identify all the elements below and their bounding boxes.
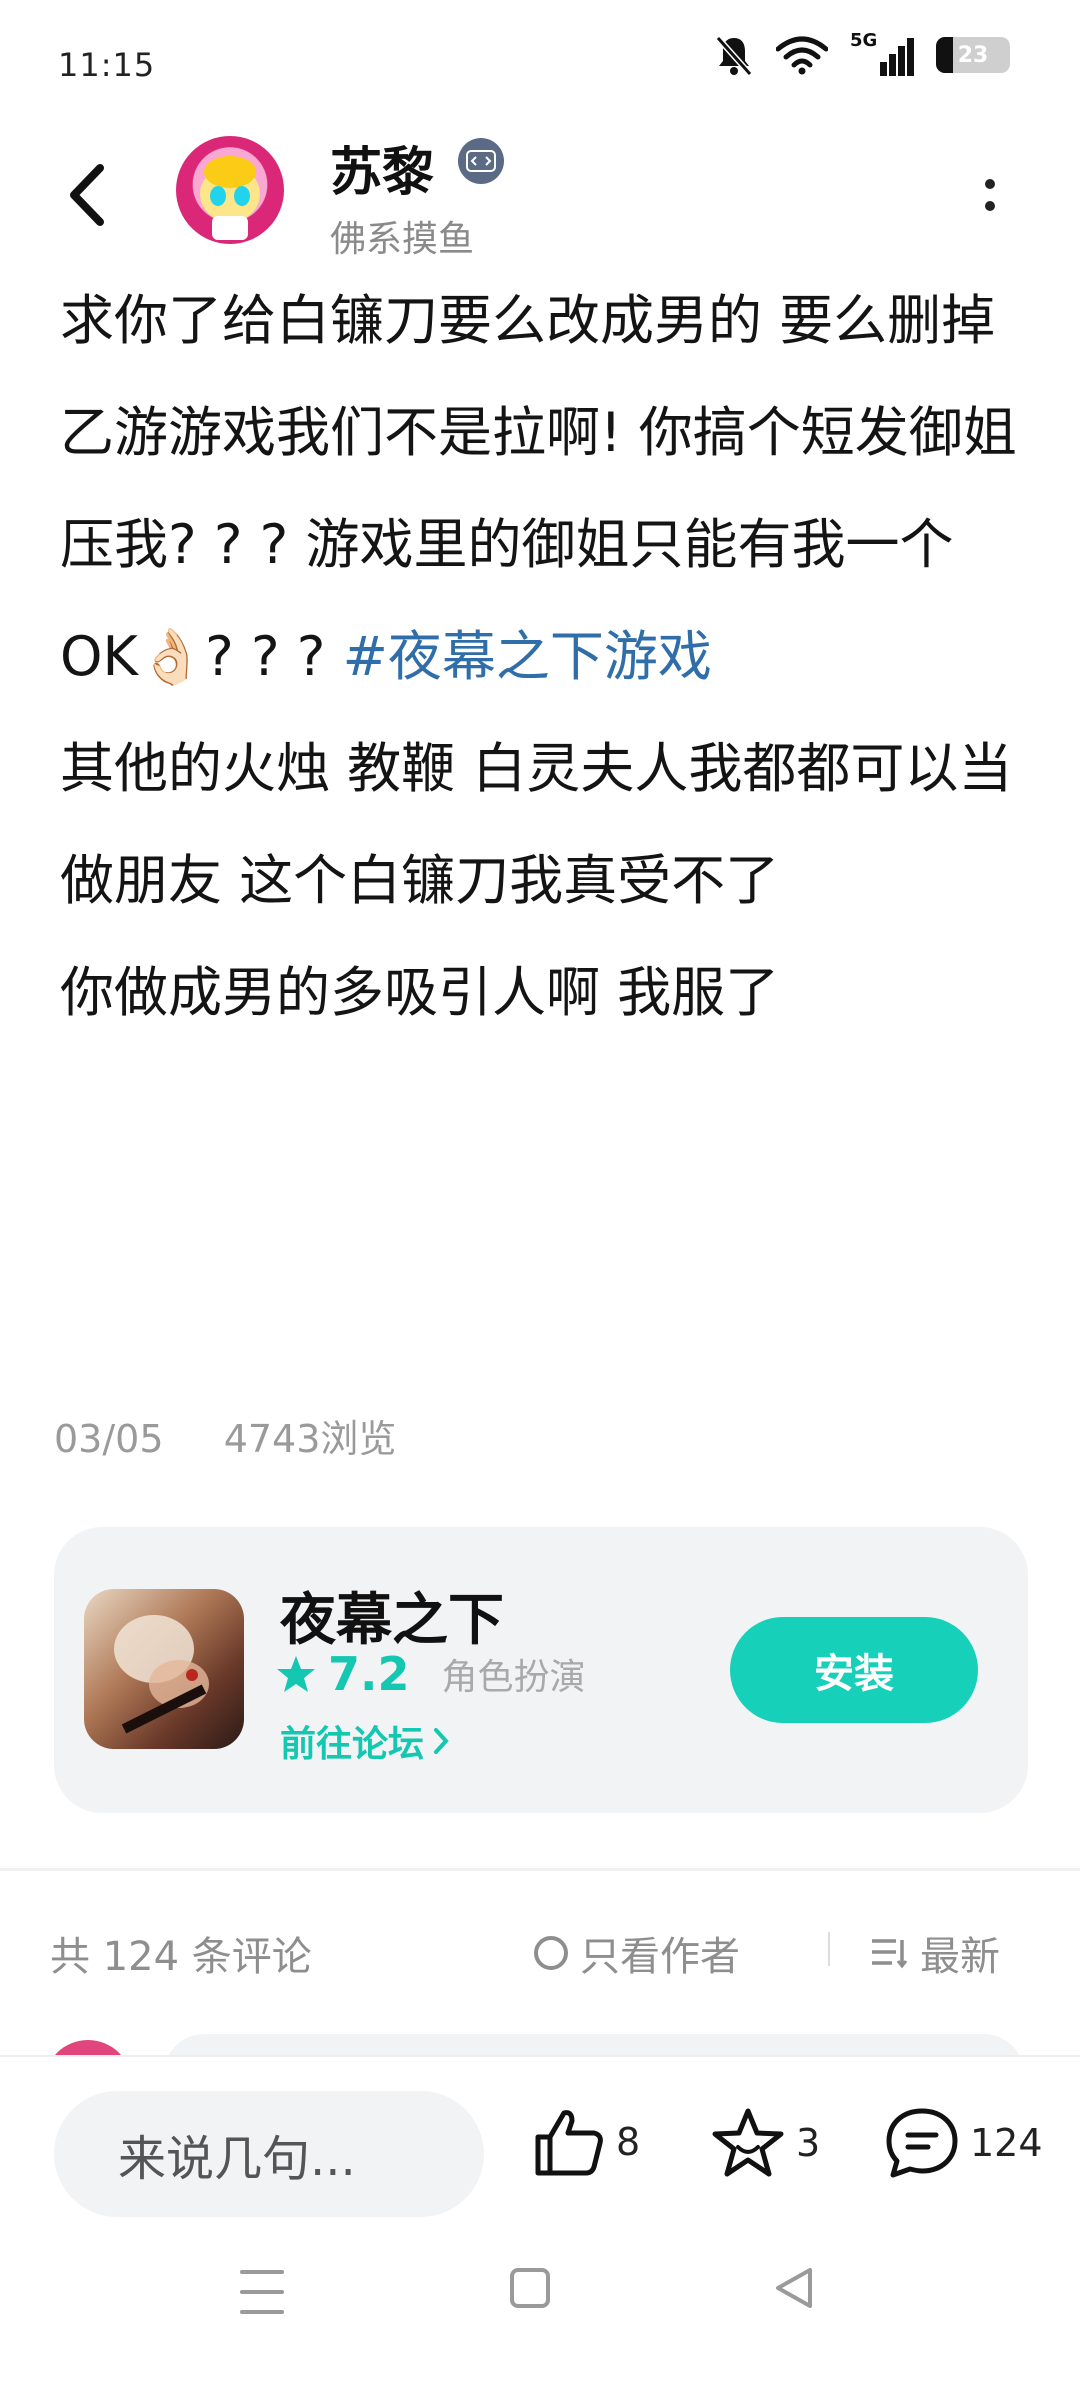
author-avatar[interactable] <box>176 136 284 244</box>
status-bar: 11:15 5G 23 <box>0 0 1080 130</box>
forum-link-label: 前往论坛 <box>280 1724 425 1765</box>
install-button[interactable]: 安装 <box>730 1617 978 1723</box>
status-time: 11:15 <box>58 46 156 84</box>
game-art <box>114 1615 209 1734</box>
wifi-icon <box>776 36 828 75</box>
post-body: 求你了给白镰刀要么改成男的 要么删掉 乙游游戏我们不是拉啊! 你搞个短发御姐压我… <box>60 265 1030 1049</box>
thumbs-up-icon <box>535 2110 603 2176</box>
more-button[interactable] <box>970 160 1010 230</box>
comment-count: 124 <box>970 2121 1043 2165</box>
author-only-label: 只看作者 <box>580 1934 740 1980</box>
author-name[interactable]: 苏黎 <box>330 130 434 205</box>
author-bio: 佛系摸鱼 <box>330 219 475 260</box>
like-button[interactable]: 8 <box>532 2107 640 2177</box>
comments-count: 共 124 条评论 <box>50 1934 312 1980</box>
post-paragraph: 乙游游戏我们不是拉啊! 你搞个短发御姐压我? ? ? 游戏里的御姐只能有我一个O… <box>60 377 1030 713</box>
section-divider <box>0 1868 1080 1871</box>
mute-bell-icon <box>715 36 753 76</box>
code-icon <box>466 150 496 172</box>
post-paragraph: 你做成男的多吸引人啊 我服了 <box>60 961 780 1024</box>
author-only-toggle[interactable]: 只看作者 <box>534 1924 740 1982</box>
post-views: 4743浏览 <box>223 1417 397 1461</box>
sort-label: 最新 <box>920 1934 1000 1980</box>
more-dot <box>985 179 995 189</box>
forum-link[interactable]: 前往论坛 <box>280 1715 450 1767</box>
game-card[interactable]: 夜幕之下 7.2 角色扮演 前往论坛 安装 <box>54 1527 1028 1813</box>
nav-home-icon[interactable] <box>510 2268 550 2308</box>
comment-input[interactable]: 来说几句... <box>54 2091 484 2217</box>
avatar-illustration <box>200 156 260 240</box>
game-icon[interactable] <box>84 1589 244 1749</box>
comment-bubble-icon <box>886 2108 958 2178</box>
game-genre: 角色扮演 <box>441 1657 586 1698</box>
post-paragraph: 其他的火烛 教鞭 白灵夫人我都都可以当做朋友 这个白镰刀我真受不了 <box>60 737 1013 912</box>
sort-newest-button[interactable]: 最新 <box>870 1924 1000 1982</box>
back-triangle-icon <box>776 2268 812 2308</box>
favorite-button[interactable]: 3 <box>710 2107 820 2179</box>
nav-menu-icon[interactable] <box>240 2270 284 2314</box>
like-count: 8 <box>616 2120 641 2164</box>
favorite-count: 3 <box>796 2121 821 2165</box>
more-dot <box>985 201 995 211</box>
battery-text: 23 <box>957 42 989 68</box>
game-title[interactable]: 夜幕之下 <box>280 1575 504 1656</box>
star-outline-icon <box>712 2108 784 2177</box>
back-button[interactable] <box>56 160 116 230</box>
back-icon <box>70 164 104 226</box>
game-rating-row: 7.2 角色扮演 <box>276 1647 586 1701</box>
post-date: 03/05 <box>54 1417 164 1461</box>
network-type: 5G <box>850 30 878 51</box>
chevron-right-icon <box>434 1728 449 1754</box>
star-icon <box>277 1656 315 1692</box>
developer-badge-icon <box>458 138 504 184</box>
comment-button[interactable]: 124 <box>884 2107 1043 2179</box>
radio-icon <box>534 1936 568 1970</box>
nav-back-icon[interactable] <box>772 2264 816 2316</box>
hashtag-link[interactable]: #夜幕之下游戏 <box>343 625 712 688</box>
battery-icon: 23 <box>936 37 1010 73</box>
battery-level <box>936 37 954 73</box>
game-rating: 7.2 <box>328 1647 410 1701</box>
post-paragraph: 求你了给白镰刀要么改成男的 要么删掉 <box>60 289 996 352</box>
bottom-action-bar: 来说几句... 8 3 124 <box>0 2055 1080 2402</box>
signal-icon: 5G <box>850 30 914 76</box>
status-icons: 5G 23 <box>714 30 1010 76</box>
comments-header-separator <box>828 1932 830 1966</box>
post-meta: 03/05 4743浏览 <box>54 1408 396 1463</box>
sort-list-icon <box>872 1939 908 1969</box>
